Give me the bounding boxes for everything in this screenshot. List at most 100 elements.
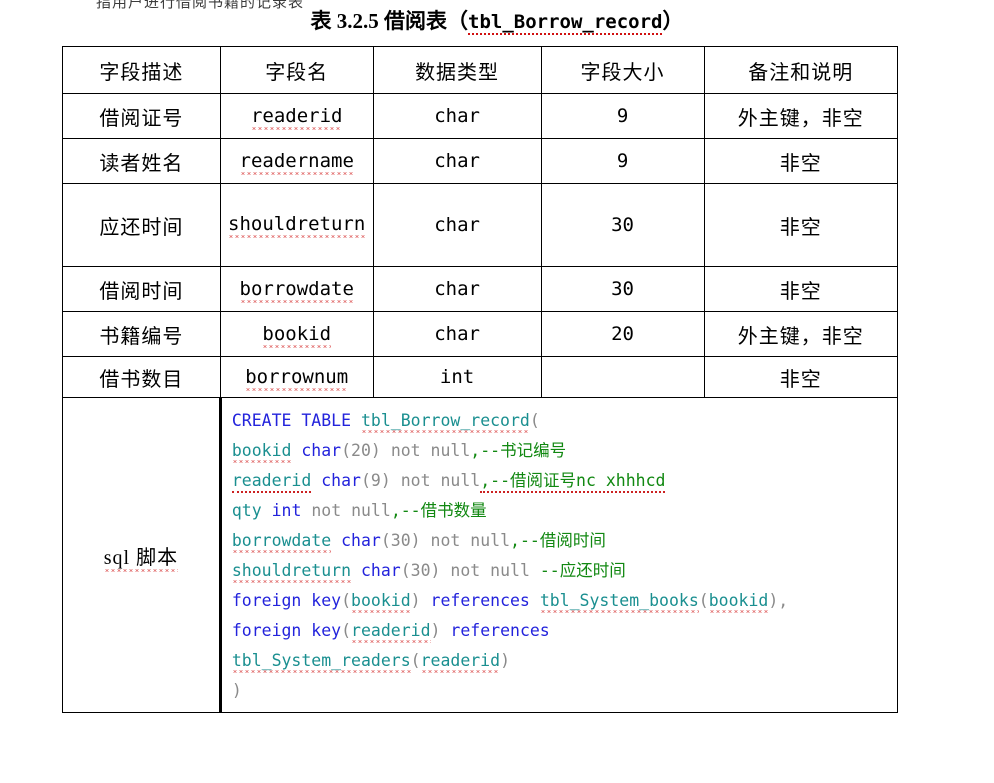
sql-line-10: ) [232,675,897,705]
sql-constraint: not null [390,441,471,460]
cell-field: bookid [219,311,374,357]
sql-identifier: readerid [231,471,312,493]
sql-identifier: qty [231,501,262,520]
cell-type: char [372,93,542,139]
sql-line-7: foreign key(bookid) references tbl_Syste… [232,585,897,615]
sql-punct: ( [410,651,421,670]
sql-identifier: tbl_System_books [539,591,699,613]
sql-punct: ( [341,621,352,640]
sql-line-4: qty int not null,--借书数量 [232,495,897,525]
sql-punct: ) [500,651,510,670]
sql-line-8: foreign key(readerid) references [232,615,897,645]
sql-type: char [301,441,342,460]
sql-identifier: bookid [231,441,292,463]
sql-constraint: not null [450,561,530,580]
sql-identifier: borrowdate [231,531,332,553]
cell-field: readername [219,138,374,184]
header-cell-name: 字段名 [219,46,374,94]
sql-identifier: shouldreturn [231,561,352,583]
sql-line-2: bookid char(20) not null,--书记编号 [231,435,897,465]
cell-note: 非空 [703,356,898,398]
field-name-text: shouldreturn [228,213,366,238]
cell-desc: 借阅时间 [62,266,221,312]
table-header-row: 字段描述 字段名 数据类型 字段大小 备注和说明 [62,46,898,94]
field-name-text: bookid [262,323,332,348]
cell-field: borrownum [219,356,374,398]
field-name-text: readerid [250,105,343,130]
sql-punct: ), [768,591,789,610]
sql-comment: ,--借阅证号nc xhhhcd [480,471,666,493]
table-row: 借阅证号 readerid char 9 外主键，非空 [62,93,898,139]
cell-type: char [372,266,542,312]
sql-keyword: references [430,591,530,610]
cell-field: borrowdate [219,266,374,312]
field-name-text: borrowdate [239,278,354,303]
sql-type: int [271,501,302,520]
cell-size: 20 [540,311,705,357]
sql-punct: ( [529,411,540,430]
table-row: 借书数目 borrownum int 非空 [62,356,898,398]
sql-line-3: readerid char(9) not null,--借阅证号nc xhhhc… [231,465,897,495]
cell-field: shouldreturn [219,183,374,267]
sql-identifier: bookid [708,591,769,613]
sql-punct: ( [698,591,709,610]
table-row: 应还时间 shouldreturn char 30 非空 [62,183,898,267]
field-name-text: readername [239,150,354,175]
cell-size [540,356,705,398]
sql-line-5: borrowdate char(30) not null,--借阅时间 [231,525,897,555]
cell-size: 30 [540,183,705,267]
sql-punct: ) [430,621,441,640]
title-table-code: tbl_Borrow_record [468,11,663,35]
sql-type: char [341,531,381,550]
field-spec-table: 字段描述 字段名 数据类型 字段大小 备注和说明 借阅证号 readerid c… [62,46,899,713]
cell-desc: 书籍编号 [62,311,221,357]
cell-desc: 借阅证号 [62,93,221,139]
sql-size: (30) [400,561,441,580]
table-row: 书籍编号 bookid char 20 外主键，非空 [62,311,898,357]
cell-note: 非空 [703,138,898,184]
sql-type: char [360,561,401,580]
page-title: 表 3.2.5 借阅表（tbl_Borrow_record） [0,5,994,35]
sql-size: (30) [380,531,421,550]
cell-type: char [372,183,542,267]
header-cell-note: 备注和说明 [703,46,898,94]
sql-punct: ) [410,591,421,610]
sql-label-text: sql 脚本 [103,546,179,572]
sql-line-6: shouldreturn char(30) not null --应还时间 [231,555,897,585]
sql-script-row: sql 脚本 CREATE TABLE tbl_Borrow_record( b… [62,397,899,713]
header-cell-desc: 字段描述 [62,46,221,94]
sql-line-9: tbl_System_readers(readerid) [231,645,897,675]
cell-type: char [372,138,542,184]
sql-identifier: readerid [351,621,431,643]
cell-note: 非空 [703,183,898,267]
header-cell-size: 字段大小 [540,46,705,94]
table-row: 借阅时间 borrowdate char 30 非空 [62,266,898,312]
sql-constraint: not null [311,501,391,520]
sql-identifier: bookid [351,591,411,613]
cell-field: readerid [219,93,374,139]
sql-comment: ,--借书数量 [390,501,487,520]
sql-comment: --应还时间 [539,561,626,580]
cell-desc: 借书数目 [62,356,221,398]
sql-comment: ,--借阅时间 [510,531,606,550]
title-suffix: ） [662,9,684,33]
sql-size: (9) [361,471,391,490]
sql-keyword: references [450,621,550,640]
title-prefix: 表 3.2.5 借阅表（ [310,9,469,33]
cell-size: 9 [540,93,705,139]
sql-comment: ,--书记编号 [470,441,567,460]
sql-identifier: tbl_System_readers [231,651,411,673]
sql-size: (20) [341,441,381,460]
sql-script-cell: CREATE TABLE tbl_Borrow_record( bookid c… [219,397,899,713]
sql-constraint: not null [430,531,511,550]
sql-type: char [321,471,361,490]
sql-keyword: foreign key [231,621,342,640]
sql-punct: ) [231,681,242,700]
sql-code-block: CREATE TABLE tbl_Borrow_record( bookid c… [231,405,897,705]
cell-size: 9 [540,138,705,184]
field-name-text: borrownum [245,366,349,391]
cell-note: 外主键，非空 [703,93,898,139]
cell-note: 非空 [703,266,898,312]
cell-desc: 应还时间 [62,183,221,267]
sql-keyword: CREATE TABLE [231,411,352,430]
